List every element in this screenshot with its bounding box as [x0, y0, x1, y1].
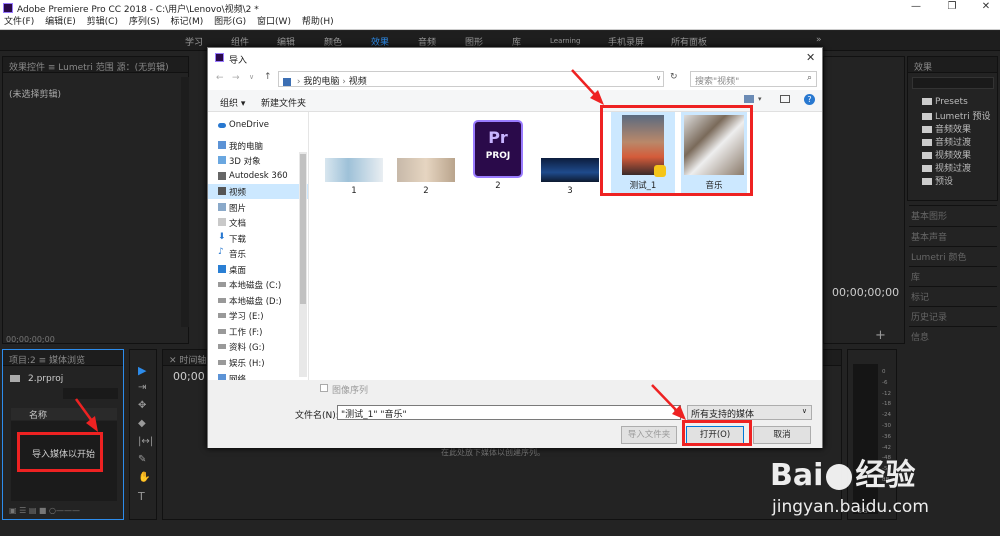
paw-logo-icon [826, 463, 853, 490]
baidu-watermark: Bai 经验 jingyan.baidu.com [760, 440, 1000, 536]
arrow-to-files [571, 69, 597, 97]
watermark-url: jingyan.baidu.com [772, 497, 929, 517]
arrowhead-import [86, 416, 98, 432]
arrow-to-open [651, 384, 678, 412]
watermark-brand: Bai 经验 [770, 458, 916, 493]
arrow-to-import [74, 398, 94, 422]
